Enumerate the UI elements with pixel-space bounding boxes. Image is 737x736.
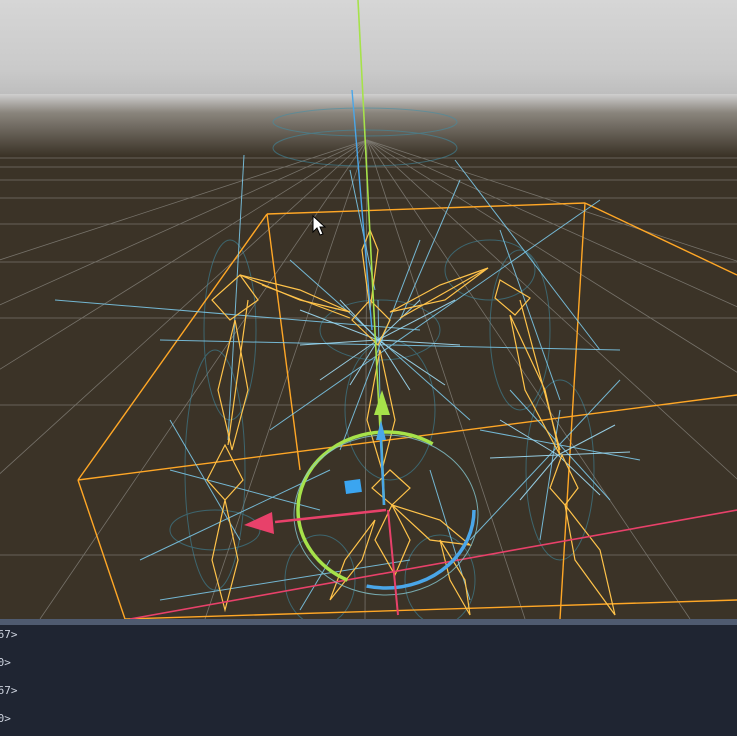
console-line: 50> xyxy=(0,712,11,725)
sky xyxy=(0,0,737,96)
console-panel: 167> 50> 167> 50> xyxy=(0,625,737,736)
scene-viewport[interactable] xyxy=(0,0,737,619)
console-line: 167> xyxy=(0,628,18,641)
gizmo-plane-handle[interactable] xyxy=(344,478,362,495)
horizon-fade xyxy=(0,94,737,156)
ground xyxy=(0,156,737,619)
console-line: 50> xyxy=(0,656,11,669)
viewport-canvas[interactable] xyxy=(0,0,737,619)
console-line: 167> xyxy=(0,684,18,697)
